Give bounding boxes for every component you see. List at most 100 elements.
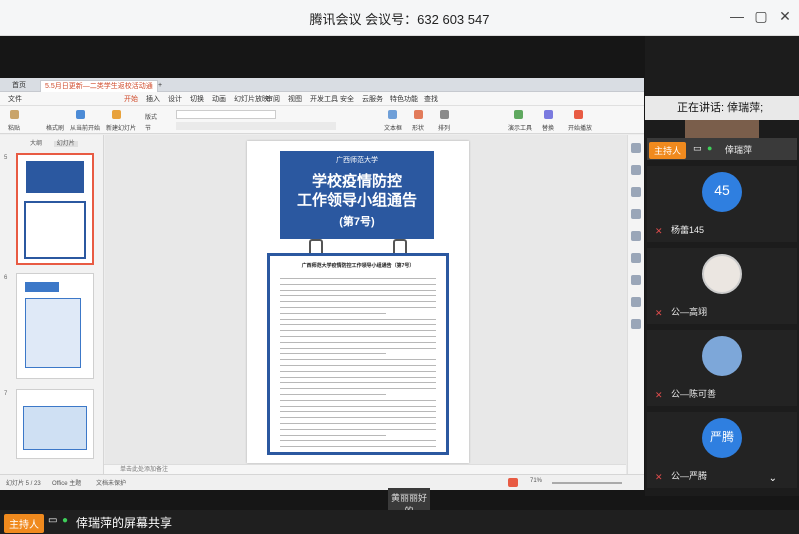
thumb-block — [23, 406, 87, 450]
section-label[interactable]: 节 — [145, 123, 151, 132]
screen-share-label: 倖瑞萍的屏幕共享 — [76, 516, 173, 530]
menu-cloud[interactable]: 云服务 — [362, 94, 383, 104]
bottom-bar: 主持人 ▭ ● 倖瑞萍的屏幕共享 — [0, 510, 799, 534]
slide-thumbnail-5[interactable] — [16, 153, 94, 265]
meeting-window: 腾讯会议 会议号：632 603 547 — ▢ ✕ 首页 5.5月日更新—二类… — [0, 0, 799, 534]
arrange-label[interactable]: 排列 — [438, 123, 450, 132]
text-line — [280, 370, 436, 372]
menu-file[interactable]: 文件 — [8, 94, 22, 104]
participant-tile[interactable]: 主持人 ▭ ● 倖瑞萍 — [647, 138, 797, 160]
tab-new[interactable]: + — [154, 80, 166, 92]
participant-name: 公—陈可善 — [671, 389, 717, 399]
menu-view[interactable]: 视图 — [288, 94, 302, 104]
tool-icon[interactable] — [631, 297, 641, 307]
tool-icon[interactable] — [631, 143, 641, 153]
text-line — [280, 382, 436, 384]
text-line — [280, 336, 436, 337]
menu-animation[interactable]: 动画 — [212, 94, 226, 104]
mic-muted-icon: ✕ — [655, 390, 663, 400]
wps-tab-bar: 首页 5.5月日更新—二类学生返校活动通 + — [0, 78, 644, 92]
tool-icon[interactable] — [631, 275, 641, 285]
shared-screen: 首页 5.5月日更新—二类学生返校活动通 + 文件 开始 插入 设计 切换 动画… — [0, 78, 644, 490]
text-line — [280, 434, 386, 436]
menu-search[interactable]: 查找 — [424, 94, 438, 104]
present-tool-icon[interactable] — [514, 110, 523, 119]
play-icon[interactable] — [508, 478, 518, 487]
participant-tile[interactable]: ✕ 公—高翊 — [647, 248, 797, 324]
tool-icon[interactable] — [631, 209, 641, 219]
chevron-down-icon[interactable]: ⌄ — [769, 473, 777, 484]
format-painter-label[interactable]: 格式刷 — [46, 123, 64, 132]
text-line — [280, 359, 436, 361]
university-logo-text: 广西师范大学 — [336, 157, 378, 164]
menu-features[interactable]: 特色功能 — [390, 94, 418, 104]
zoom-slider[interactable] — [552, 482, 622, 484]
text-line — [280, 365, 436, 366]
textbox-icon[interactable] — [388, 110, 397, 119]
text-line — [280, 411, 436, 413]
menu-review[interactable]: 审阅 — [266, 94, 280, 104]
menu-insert[interactable]: 插入 — [146, 94, 160, 104]
start-play-icon[interactable] — [574, 110, 583, 119]
tab-slides[interactable]: 幻灯片 — [53, 141, 78, 147]
menu-security[interactable]: 安全 — [340, 94, 354, 104]
avatar — [702, 336, 742, 376]
new-slide-icon[interactable] — [112, 110, 121, 119]
text-line — [280, 376, 436, 378]
new-slide-label[interactable]: 新建幻灯片 — [106, 123, 136, 132]
text-line — [280, 428, 436, 430]
play-current-icon[interactable] — [76, 110, 85, 119]
mic-muted-icon: ✕ — [655, 472, 663, 482]
font-format-row[interactable] — [176, 122, 336, 130]
textbox-label[interactable]: 文本框 — [384, 123, 402, 132]
slide-canvas: 广西师范大学 学校疫情防控 工作领导小组通告 (第7号) 广西师范大学疫情防控工… — [105, 135, 627, 475]
slide-thumbnail-6[interactable] — [16, 273, 94, 379]
text-line — [280, 423, 436, 424]
screen-icon: ▭ — [48, 515, 58, 526]
text-line — [280, 324, 436, 326]
thumb-number: 7 — [4, 391, 8, 397]
tool-icon[interactable] — [631, 231, 641, 241]
menu-transition[interactable]: 切换 — [190, 94, 204, 104]
wps-menu-bar: 文件 开始 插入 设计 切换 动画 幻灯片放映 审阅 视图 开发工具 安全 云服… — [0, 92, 644, 106]
right-toolbar — [627, 135, 644, 475]
tool-icon[interactable] — [631, 253, 641, 263]
zoom-level[interactable]: 71% — [530, 478, 542, 484]
arrange-icon[interactable] — [440, 110, 449, 119]
slide-page[interactable]: 广西师范大学 学校疫情防控 工作领导小组通告 (第7号) 广西师范大学疫情防控工… — [247, 141, 469, 463]
replace-label[interactable]: 替换 — [542, 123, 554, 132]
tab-home[interactable]: 首页 — [8, 80, 30, 92]
participant-tile[interactable]: ✕ 公—陈可善 — [647, 330, 797, 406]
tool-icon[interactable] — [631, 319, 641, 329]
paste-label[interactable]: 粘贴 — [8, 123, 20, 132]
protect-status[interactable]: 文档未保护 — [96, 478, 126, 487]
layout-label[interactable]: 版式 — [145, 112, 157, 121]
participant-tile[interactable]: 45 ✕ 杨蕾145 — [647, 166, 797, 242]
slide-title-1: 学校疫情防控 — [311, 173, 402, 190]
tool-icon[interactable] — [631, 187, 641, 197]
paste-icon[interactable] — [10, 110, 19, 119]
font-selector[interactable] — [176, 110, 276, 119]
avatar-text: 严腾 — [709, 430, 734, 444]
tab-document[interactable]: 5.5月日更新—二类学生返校活动通 — [40, 80, 158, 92]
present-tool-label[interactable]: 演示工具 — [508, 123, 532, 132]
tool-icon[interactable] — [631, 165, 641, 175]
tab-outline[interactable]: 大纲 — [30, 141, 42, 147]
minimize-button[interactable]: — — [727, 8, 747, 24]
maximize-button[interactable]: ▢ — [751, 8, 771, 25]
menu-home[interactable]: 开始 — [124, 94, 138, 104]
start-play-label[interactable]: 开始播放 — [568, 123, 592, 132]
slide-thumbnail-7[interactable] — [16, 389, 94, 459]
menu-design[interactable]: 设计 — [168, 94, 182, 104]
text-line — [280, 278, 436, 279]
replace-icon[interactable] — [544, 110, 553, 119]
play-current-label[interactable]: 从当前开始 — [70, 123, 100, 132]
screen-icon: ▭ — [693, 143, 702, 153]
menu-slideshow[interactable]: 幻灯片放映 — [234, 94, 269, 104]
shape-icon[interactable] — [414, 110, 423, 119]
participant-tile[interactable]: 严腾 ✕ 公—严腾 ⌄ — [647, 412, 797, 488]
shape-label[interactable]: 形状 — [412, 123, 424, 132]
menu-developer[interactable]: 开发工具 — [310, 94, 338, 104]
notes-pane[interactable]: 单击此处添加备注 — [104, 464, 626, 474]
close-button[interactable]: ✕ — [775, 8, 795, 25]
